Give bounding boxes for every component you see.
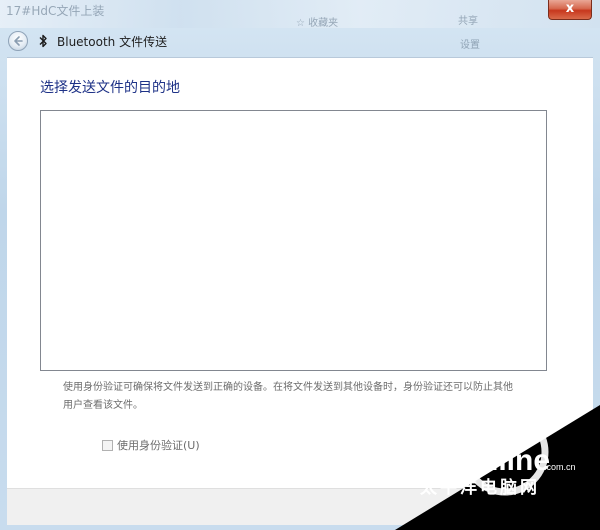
background-text: 共享 <box>458 16 478 27</box>
back-button[interactable] <box>8 31 28 51</box>
background-text: ☆ 收藏夹 <box>296 18 339 29</box>
window-title: Bluetooth 文件传送 <box>57 35 168 49</box>
close-button[interactable]: x <box>548 0 592 20</box>
bluetooth-icon <box>39 34 47 48</box>
footer-bar <box>7 488 593 525</box>
close-icon: x <box>565 1 575 16</box>
window-frame: 17#HdC文件上装 ☆ 收藏夹 共享 设置 x Bluetooth 文件传送 … <box>0 0 600 530</box>
background-text: 17#HdC文件上装 <box>6 4 105 18</box>
back-arrow-icon <box>14 36 23 46</box>
page-heading: 选择发送文件的目的地 <box>40 80 180 96</box>
device-list[interactable] <box>40 110 547 371</box>
auth-checkbox-label: 使用身份验证(U) <box>117 439 200 452</box>
checkbox-box[interactable] <box>102 440 113 451</box>
title-bar: Bluetooth 文件传送 <box>0 28 600 54</box>
auth-checkbox[interactable]: 使用身份验证(U) <box>102 437 200 453</box>
auth-description: 使用身份验证可确保将文件发送到正确的设备。在将文件发送到其他设备时，身份验证还可… <box>63 382 513 411</box>
content-panel: 选择发送文件的目的地 使用身份验证可确保将文件发送到正确的设备。在将文件发送到其… <box>7 57 593 489</box>
